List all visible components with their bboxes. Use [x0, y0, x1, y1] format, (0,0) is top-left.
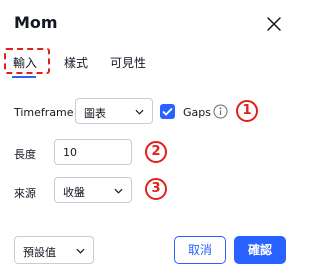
tab-visibility[interactable]: 可見性 — [110, 54, 146, 71]
cancel-button[interactable]: 取消 — [174, 236, 226, 264]
defaults-dropdown-label: 預設值 — [23, 246, 56, 259]
active-tab-indicator — [12, 76, 36, 78]
chevron-down-icon — [76, 248, 85, 254]
length-label: 長度 — [14, 148, 36, 161]
source-select[interactable]: 收盤 — [54, 177, 132, 203]
timeframe-select-value: 圖表 — [84, 107, 106, 120]
defaults-dropdown[interactable]: 預設值 — [14, 236, 94, 264]
chevron-down-icon — [135, 109, 144, 115]
annotation-marker-2: 2 — [145, 141, 167, 163]
chevron-down-icon — [114, 188, 123, 194]
timeframe-label: Timeframe — [14, 106, 74, 119]
gaps-checkbox[interactable] — [160, 104, 175, 119]
info-icon[interactable] — [213, 104, 228, 119]
annotation-marker-3: 3 — [145, 178, 167, 200]
indicator-settings-dialog: Mom 輸入 樣式 可見性 Timeframe 圖表 Gaps 1 長度 10 … — [0, 0, 300, 275]
tab-style[interactable]: 樣式 — [64, 54, 88, 71]
annotation-marker-1: 1 — [236, 100, 258, 122]
checkmark-icon — [162, 107, 173, 116]
length-input-value: 10 — [63, 146, 77, 159]
dialog-title: Mom — [14, 13, 58, 32]
source-select-value: 收盤 — [63, 186, 85, 199]
length-input[interactable]: 10 — [54, 139, 132, 165]
ok-button[interactable]: 確認 — [234, 236, 286, 264]
close-icon[interactable] — [266, 16, 282, 32]
timeframe-select[interactable]: 圖表 — [75, 98, 153, 124]
gaps-label: Gaps — [183, 106, 211, 119]
source-label: 來源 — [14, 187, 36, 200]
tab-highlight-annotation — [4, 48, 50, 74]
